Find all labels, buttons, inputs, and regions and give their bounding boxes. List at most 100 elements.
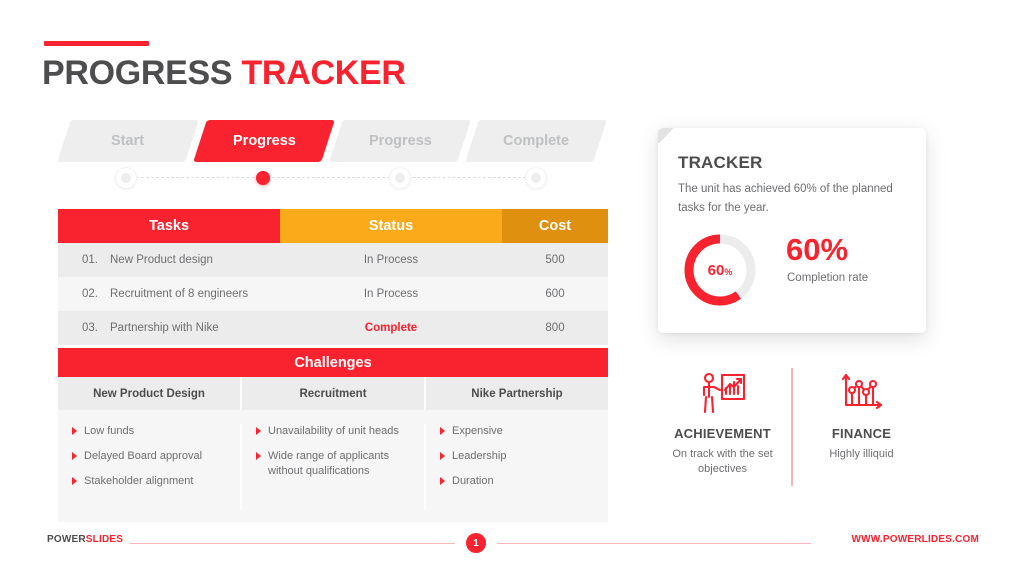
list-item-label: Duration [452,474,494,487]
row-status: In Process [363,254,419,266]
step-complete-label: Complete [502,133,570,149]
row-cost: 600 [545,288,565,300]
row-task-name: New Product design [110,254,213,266]
table-row[interactable]: 03. Partnership with Nike Complete 800 [58,311,608,345]
column-header-status: Status [280,209,502,243]
kpi-finance-title: FINANCE [831,426,892,441]
challenges-column-header-product: New Product Design [93,387,205,400]
donut-center-unit: % [724,267,733,277]
arrow-bullet-icon [72,427,77,435]
title-accent-bar [44,41,149,46]
row-cost: 500 [545,254,565,266]
row-index: 02. [82,288,98,300]
row-index: 03. [82,322,98,334]
completion-donut-chart: 60% [680,230,760,310]
kpi-achievement-description: On track with the set objectives [672,448,773,476]
step-progress[interactable]: Progress [329,120,471,162]
row-cost: 800 [545,322,565,334]
progress-track [60,168,612,188]
kpi-finance: FINANCE Highly illiquid [797,368,926,488]
column-header-tasks: Tasks [58,209,280,243]
row-task-name: Partnership with Nike [110,322,219,334]
list-item: Unavailability of unit heads [256,424,410,439]
step-progress-active[interactable]: Progress [193,120,335,162]
challenges-column-header-recruitment: Recruitment [240,377,424,410]
line-chart-icon [839,368,885,418]
challenges-column-product: Low funds Delayed Board approval Stakeho… [58,424,240,510]
progress-node-third[interactable] [390,168,410,188]
list-item: Wide range of applicants without qualifi… [256,449,410,479]
step-progress-active-label: Progress [232,133,296,149]
list-item-label: Leadership [452,449,507,462]
arrow-bullet-icon [256,451,261,460]
list-item-label: Wide range of applicants without qualifi… [268,449,390,477]
row-task-name: Recruitment of 8 engineers [110,288,249,300]
progress-track-line [126,177,546,178]
arrow-bullet-icon [440,427,445,435]
footer-line-left [130,543,455,544]
arrow-bullet-icon [72,476,77,485]
presenter-chart-icon [699,368,747,418]
list-item: Duration [440,474,594,489]
page-title-accent: TRACKER [241,54,406,92]
progress-node-active[interactable] [256,171,270,185]
page-number-badge: 1 [466,533,486,553]
column-header-cost: Cost [502,209,608,243]
tracker-card-description: The unit has achieved 60% of the planned… [678,183,893,214]
step-complete[interactable]: Complete [465,120,607,162]
page-title: PROGRESS TRACKER [42,54,406,93]
card-fold-corner [658,128,674,144]
list-item: Low funds [72,424,226,439]
arrow-bullet-icon [440,476,445,485]
tasks-table: Tasks Status Cost 01. New Product design… [58,209,608,345]
donut-center-label: 60% [680,230,760,310]
tracker-card: TRACKER The unit has achieved 60% of the… [658,128,926,333]
table-row[interactable]: 02. Recruitment of 8 engineers In Proces… [58,277,608,311]
step-progress-label: Progress [368,133,432,149]
slide-canvas: PROGRESS TRACKER Start Progress Progress… [0,0,1024,575]
completion-percent: 60% [786,232,849,267]
challenges-column-recruitment: Unavailability of unit heads Wide range … [240,424,424,510]
list-item: Delayed Board approval [72,449,226,464]
footer-url[interactable]: WWW.POWERLIDES.COM [852,534,979,545]
list-item: Stakeholder alignment [72,474,226,489]
challenges-title: Challenges [58,348,608,377]
challenges-column-header-nike: Nike Partnership [424,377,608,410]
completion-rate-label: Completion rate [787,272,869,284]
kpi-achievement: ACHIEVEMENT On track with the set object… [658,368,787,488]
arrow-bullet-icon [72,451,77,460]
table-row[interactable]: 01. New Product design In Process 500 [58,243,608,277]
list-item: Leadership [440,449,594,464]
page-title-primary: PROGRESS [42,54,242,92]
brand-logo: POWERSLIDES [47,534,123,545]
progress-node-start[interactable] [116,168,136,188]
challenges-section: Challenges New Product Design Recruitmen… [58,348,608,522]
step-start-label: Start [111,133,145,149]
row-status: In Process [363,288,419,300]
list-item-label: Low funds [84,425,135,437]
progress-steps: Start Progress Progress Complete [57,120,612,162]
challenges-body: Low funds Delayed Board approval Stakeho… [58,410,608,522]
challenges-column-nike: Expensive Leadership Duration [424,424,608,510]
kpi-finance-description: Highly illiquid [829,448,894,460]
challenges-column-headers: New Product Design Recruitment Nike Part… [58,377,608,410]
list-item-label: Expensive [452,425,503,437]
arrow-bullet-icon [440,451,445,460]
list-item: Expensive [440,424,594,439]
donut-center-value: 60 [707,261,725,279]
list-item-label: Unavailability of unit heads [268,425,399,437]
kpi-section: ACHIEVEMENT On track with the set object… [658,368,926,488]
tasks-table-header: Tasks Status Cost [58,209,608,243]
step-start[interactable]: Start [57,120,199,162]
arrow-bullet-icon [256,427,261,435]
tracker-card-title: TRACKER [678,153,763,172]
row-index: 01. [82,254,98,266]
row-status: Complete [364,322,418,334]
progress-node-complete[interactable] [526,168,546,188]
kpi-divider [791,368,793,486]
footer-line-right [497,543,811,544]
kpi-achievement-title: ACHIEVEMENT [674,426,771,441]
footer: POWERSLIDES 1 WWW.POWERLIDES.COM [0,531,1024,553]
list-item-label: Delayed Board approval [84,449,203,462]
list-item-label: Stakeholder alignment [84,474,194,487]
